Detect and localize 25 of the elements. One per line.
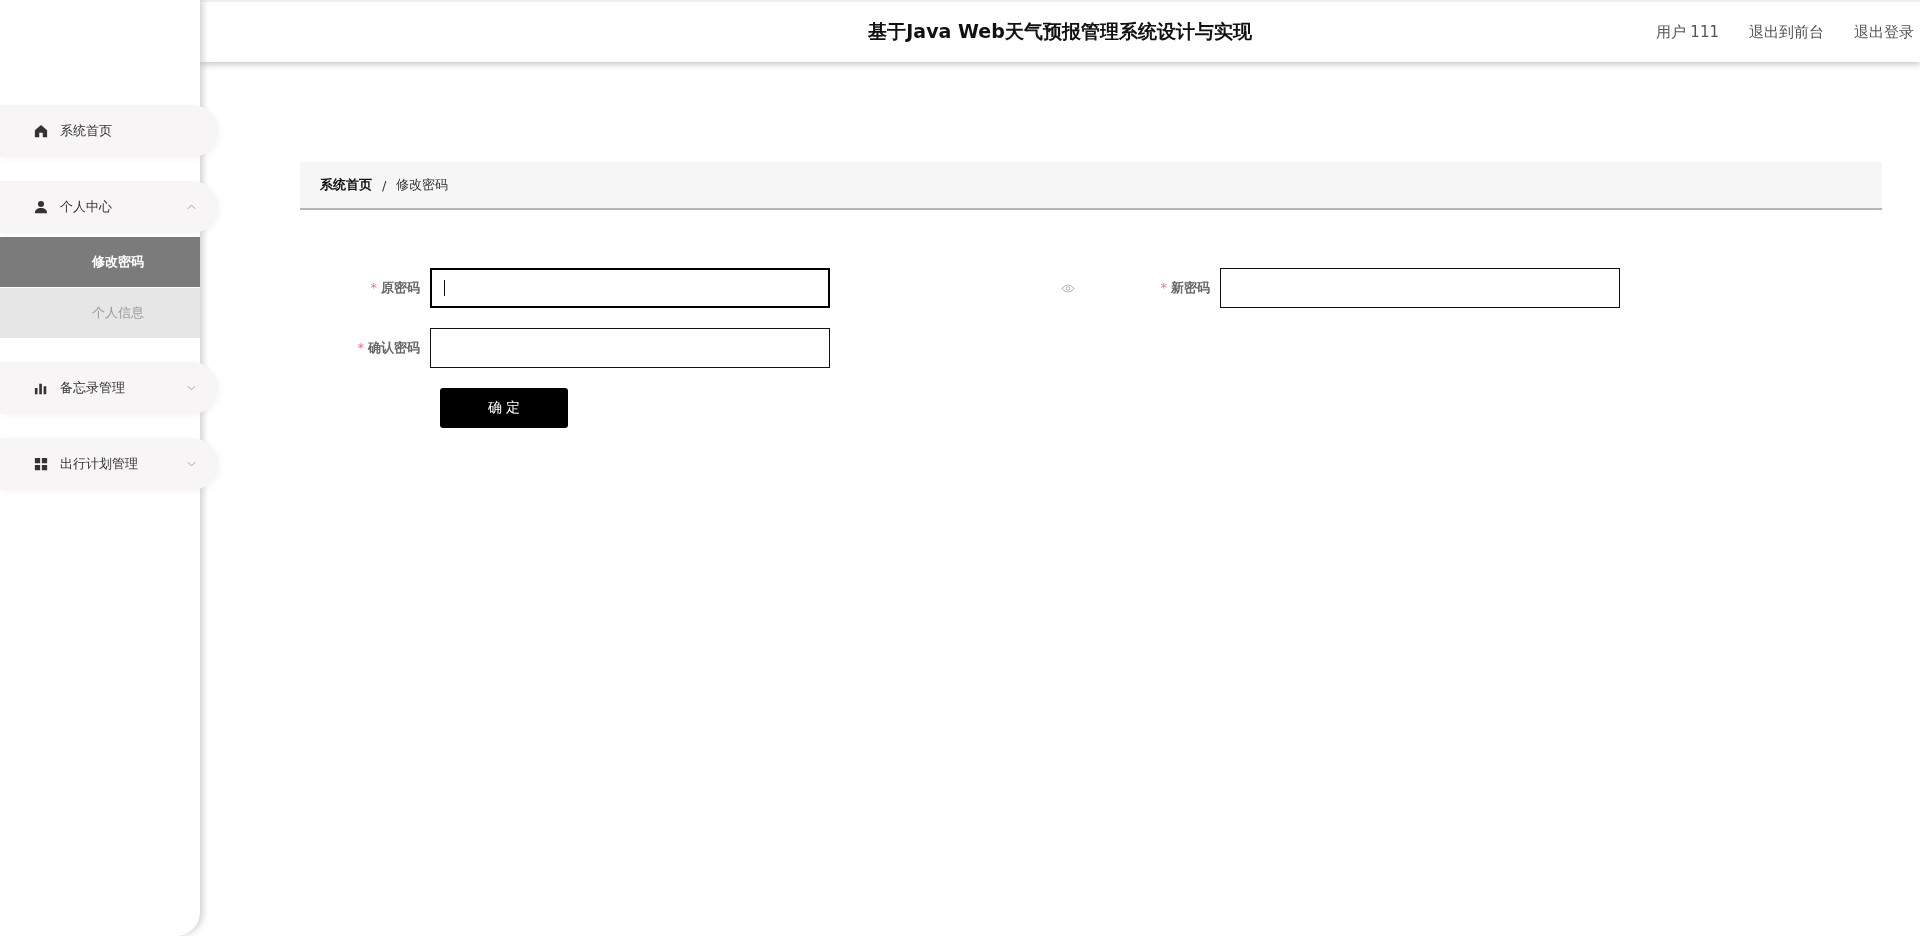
menu-item[interactable]: 出行计划管理 (0, 438, 218, 490)
grid-icon (34, 457, 48, 471)
field-label: 确认密码 (368, 340, 420, 355)
user-icon (34, 200, 48, 214)
required-mark: * (370, 280, 377, 295)
app-title: 基于Java Web天气预报管理系统设计与实现 (868, 19, 1252, 44)
password-field[interactable] (1220, 268, 1620, 308)
user-label: 用户 111 (1655, 22, 1719, 42)
header-link[interactable]: 退出登录 (1854, 22, 1914, 42)
field-label: 原密码 (381, 280, 420, 295)
home-icon (34, 124, 48, 138)
required-mark: * (357, 340, 364, 355)
menu-item[interactable]: 备忘录管理 (0, 362, 218, 414)
submenu-item[interactable]: 修改密码 (0, 237, 200, 287)
breadcrumb-link[interactable]: 系统首页 (320, 176, 372, 194)
password-field[interactable] (430, 268, 830, 308)
submit-button[interactable]: 确 定 (440, 388, 568, 428)
menu-item[interactable]: 系统首页 (0, 105, 218, 157)
bar-chart-icon (34, 381, 48, 395)
menu-item[interactable]: 个人中心 (0, 181, 218, 233)
header-link[interactable]: 退出到前台 (1749, 22, 1824, 42)
breadcrumb-separator: / (382, 177, 387, 193)
required-mark: * (1160, 280, 1167, 295)
field-label: 新密码 (1171, 280, 1210, 295)
password-field[interactable] (430, 328, 830, 368)
